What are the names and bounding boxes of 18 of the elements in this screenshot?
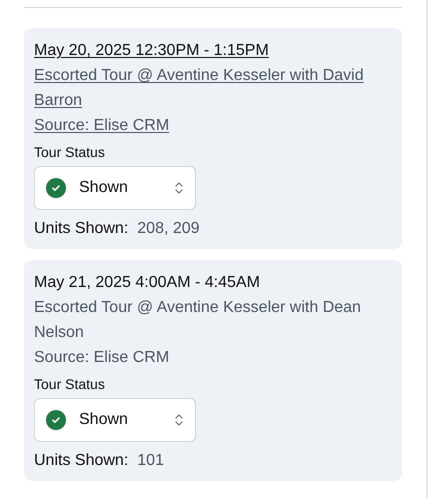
status-label: Tour Status xyxy=(34,375,105,394)
status-label: Tour Status xyxy=(34,143,105,162)
status-select[interactable]: Shown xyxy=(34,166,196,210)
units-label: Units Shown: xyxy=(34,219,128,239)
tour-title[interactable]: Escorted Tour @ Aventine Kesseler with Dean Nelson xyxy=(34,295,392,345)
tour-source[interactable]: Source: Elise CRM xyxy=(34,345,170,370)
check-circle-icon xyxy=(46,178,66,198)
units-value: 101 xyxy=(137,451,164,471)
units-value: 208, 209 xyxy=(137,219,200,239)
units-label: Units Shown: xyxy=(34,451,128,471)
chevron-up-down-icon xyxy=(174,412,184,428)
tour-datetime[interactable]: May 20, 2025 12:30PM - 1:15PM xyxy=(34,38,269,63)
check-circle-icon xyxy=(46,410,66,430)
tour-source[interactable]: Source: Elise CRM xyxy=(34,113,170,138)
status-select[interactable]: Shown xyxy=(34,398,196,442)
tour-datetime[interactable]: May 21, 2025 4:00AM - 4:45AM xyxy=(34,270,260,295)
chevron-up-down-icon xyxy=(174,180,184,196)
tour-title[interactable]: Escorted Tour @ Aventine Kesseler with David Barron xyxy=(34,63,392,113)
